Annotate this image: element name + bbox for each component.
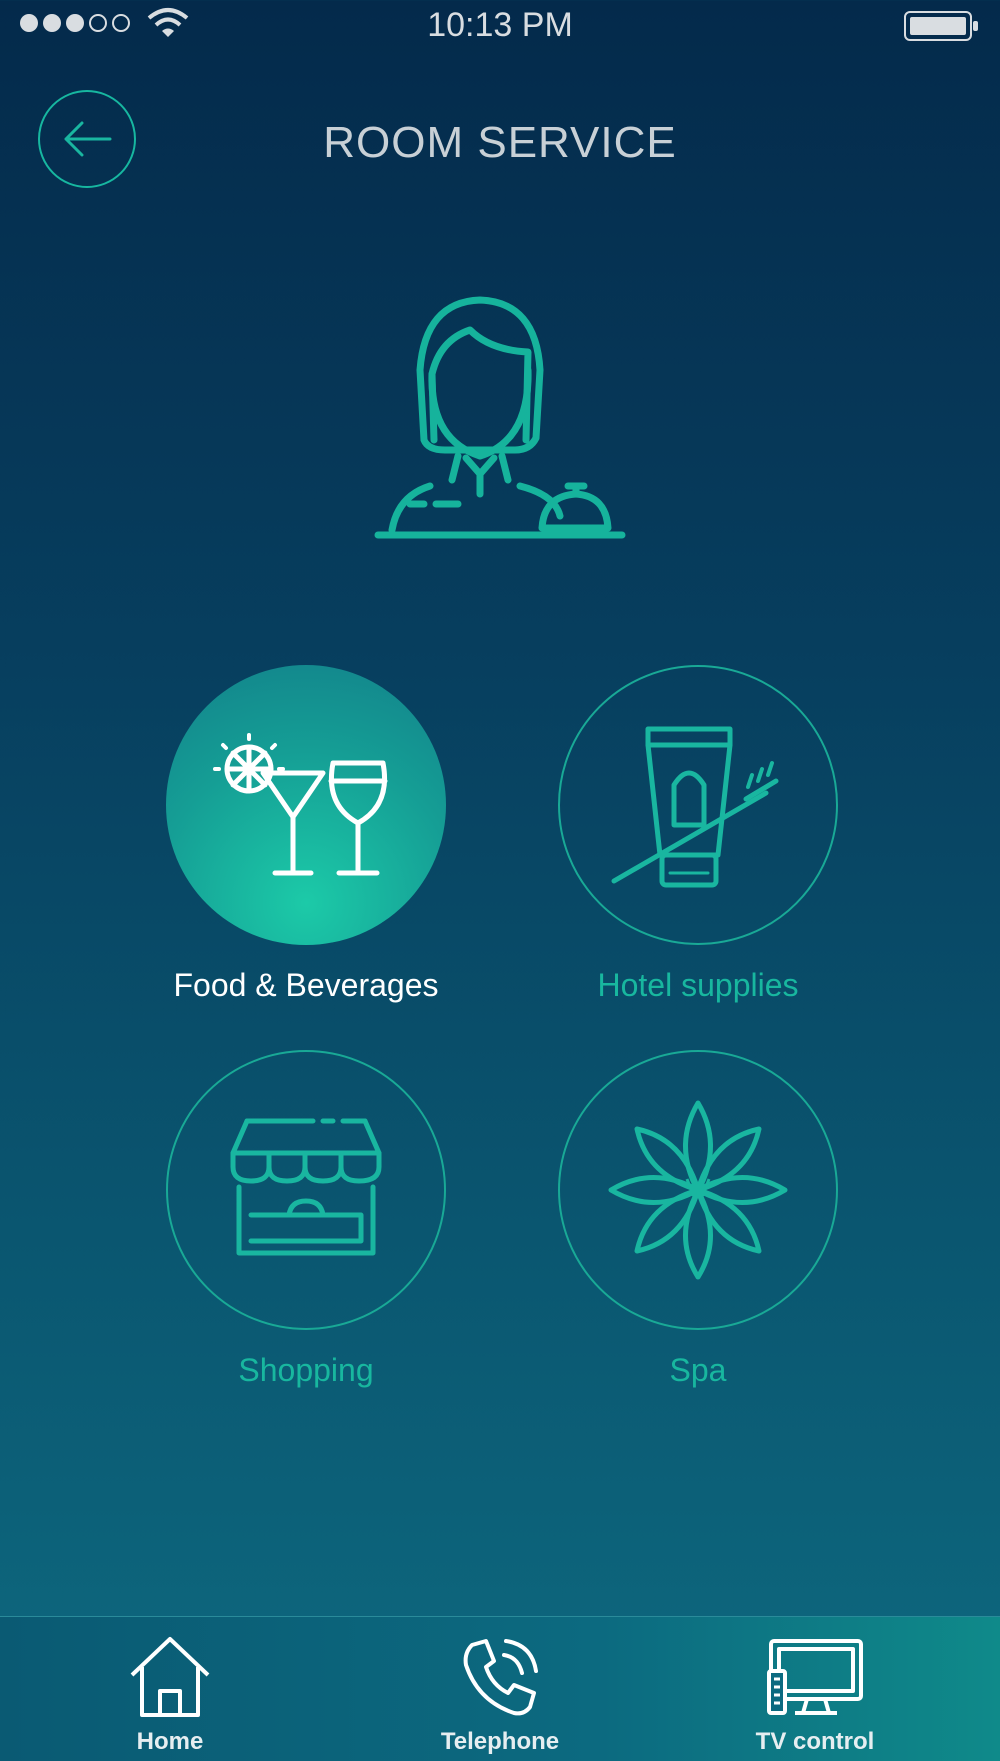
service-circle [558,1050,838,1330]
status-bar: 10:13 PM [0,0,1000,50]
tab-tv-control[interactable]: TV control [715,1635,915,1756]
battery-icon [904,11,978,41]
service-label: Spa [669,1352,727,1388]
status-time: 10:13 PM [427,6,573,44]
tab-label: Telephone [440,1728,560,1755]
tab-bar: Home Telephone TV control [0,1616,1000,1761]
lotus-icon [608,1100,788,1280]
page-title: ROOM SERVICE [323,118,677,167]
toiletries-icon [611,726,779,888]
service-spa[interactable]: Spa [548,1050,848,1389]
service-circle [558,665,838,945]
phone-icon [463,1639,538,1716]
tab-label: Home [136,1728,204,1755]
tv-icon [767,1639,863,1715]
tab-home[interactable]: Home [70,1635,270,1756]
tab-label: TV control [755,1728,875,1755]
tab-telephone[interactable]: Telephone [400,1635,600,1756]
home-icon [130,1637,210,1717]
service-hotel-supplies[interactable]: Hotel supplies [548,665,848,1004]
concierge-icon [374,296,626,539]
service-label: Food & Beverages [173,967,439,1003]
service-shopping[interactable]: Shopping [156,1050,456,1389]
service-label: Hotel supplies [597,967,799,1003]
service-circle [166,1050,446,1330]
service-label: Shopping [238,1352,374,1388]
service-food-beverages[interactable]: Food & Beverages [156,665,456,1004]
drinks-icon [213,733,388,876]
storefront-icon [230,1118,382,1256]
service-circle [166,665,446,945]
